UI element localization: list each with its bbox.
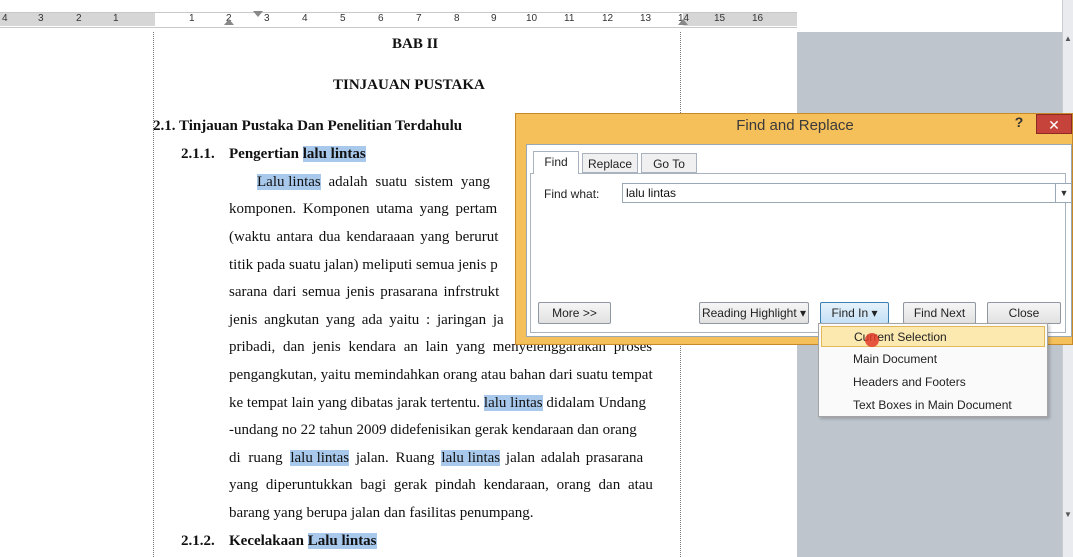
right-indent-marker[interactable]	[678, 19, 688, 25]
hanging-indent-marker[interactable]	[224, 19, 234, 25]
body-line: di ruang lalu lintas jalan. Ruang lalu l…	[229, 450, 643, 467]
subsection-title: Kecelakaan Lalu lintas	[229, 533, 377, 550]
help-icon[interactable]: ?	[1008, 114, 1030, 134]
find-in-button[interactable]: Find In ▾	[820, 302, 889, 324]
find-replace-dialog[interactable]: Find and Replace ? ✕ Find Replace Go To …	[515, 113, 1073, 345]
body-line: -undang no 22 tahun 2009 didefenisikan g…	[229, 422, 637, 438]
mouse-cursor-icon	[865, 333, 879, 347]
dialog-title: Find and Replace	[736, 117, 854, 134]
menu-item-headers-footers[interactable]: Headers and Footers	[821, 372, 1045, 393]
find-next-button[interactable]: Find Next	[903, 302, 976, 324]
body-line: sarana dari semua jenis prasarana infrst…	[229, 284, 500, 300]
scroll-up-arrow-icon[interactable]: ▲	[1063, 34, 1073, 44]
subsection-title: Pengertian lalu lintas	[229, 146, 366, 163]
chapter-title: TINJAUAN PUSTAKA	[333, 77, 485, 93]
subsection-title-text: Pengertian	[229, 146, 303, 162]
search-highlight: lalu lintas	[483, 395, 543, 411]
body-line: barang yang berupa jalan dan fasilitas p…	[229, 505, 534, 521]
search-highlight: lalu lintas	[290, 450, 350, 466]
ruler-number: 8	[454, 13, 460, 24]
ruler-number: 12	[602, 13, 614, 24]
ruler-number: 4	[2, 13, 8, 24]
ruler-number: 1	[189, 13, 195, 24]
body-line: (waktu antara dua kendaraaan yang beruru…	[229, 229, 499, 245]
subsection-number: 2.1.1.	[181, 146, 215, 162]
body-line: Lalu lintas adalah suatu sistem yang	[257, 174, 490, 191]
close-button[interactable]: Close	[987, 302, 1061, 324]
body-line: yang diperuntukkan bagi gerak pindah ken…	[229, 477, 653, 493]
reading-highlight-button[interactable]: Reading Highlight ▾	[699, 302, 809, 324]
tab-go-to[interactable]: Go To	[641, 153, 697, 173]
ruler-number: 11	[564, 13, 575, 24]
section-heading: 2.1. Tinjauan Pustaka Dan Penelitian Ter…	[153, 118, 463, 134]
ruler-number: 15	[714, 13, 726, 24]
tab-replace[interactable]: Replace	[582, 153, 638, 173]
ruler-number: 5	[340, 13, 346, 24]
ruler-number: 3	[264, 13, 270, 24]
body-line: titik pada suatu jalan) meliputi semua j…	[229, 257, 498, 273]
body-line: pengangkutan, yaitu memindahkan orang at…	[229, 367, 653, 383]
body-text: di ruang	[229, 450, 291, 466]
menu-item-current-selection[interactable]: Current Selection	[821, 326, 1045, 347]
ruler-number: 6	[378, 13, 384, 24]
find-in-menu[interactable]: Current Selection Main Document Headers …	[818, 323, 1048, 417]
body-text: jalan adalah prasarana	[500, 450, 644, 466]
ruler-number: 4	[302, 13, 308, 24]
find-what-input[interactable]: lalu lintas	[622, 183, 1072, 203]
ruler-number: 9	[491, 13, 497, 24]
ruler-number: 16	[752, 13, 764, 24]
menu-item-main-document[interactable]: Main Document	[821, 349, 1045, 370]
page-left-area	[0, 32, 153, 557]
close-icon[interactable]: ✕	[1036, 114, 1072, 134]
more-button[interactable]: More >>	[538, 302, 611, 324]
subsection-number: 2.1.2.	[181, 533, 215, 549]
scroll-down-arrow-icon[interactable]: ▼	[1063, 510, 1073, 520]
body-text: didalam Undang	[542, 395, 646, 411]
search-highlight: Lalu lintas	[257, 174, 321, 190]
ruler-number: 7	[416, 13, 422, 24]
ruler-number: 13	[640, 13, 652, 24]
body-text: jalan. Ruang	[349, 450, 442, 466]
chevron-down-icon[interactable]: ▼	[1055, 183, 1072, 203]
ruler-right-margin	[683, 13, 797, 26]
tab-find[interactable]: Find	[533, 151, 579, 174]
body-line: komponen. Komponen utama yang pertam	[229, 201, 498, 217]
ruler-number: 1	[113, 13, 119, 24]
body-text: adalah suatu sistem yang	[320, 174, 491, 190]
ruler-number: 2	[76, 13, 82, 24]
search-highlight: lalu lintas	[302, 146, 366, 162]
body-line: ke tempat lain yang dibatas jarak terten…	[229, 395, 646, 412]
find-what-label: Find what:	[544, 187, 600, 201]
ruler-number: 10	[526, 13, 538, 24]
ruler-number: 3	[38, 13, 44, 24]
dialog-body: Find Replace Go To Find what: lalu linta…	[526, 144, 1072, 337]
search-highlight: Lalu lintas	[307, 533, 377, 549]
first-line-indent-marker[interactable]	[253, 11, 263, 17]
menu-item-text-boxes[interactable]: Text Boxes in Main Document	[821, 395, 1045, 416]
chapter-heading: BAB II	[392, 36, 439, 52]
body-line: jenis angkutan yang ada yaitu : jaringan…	[229, 312, 504, 328]
body-text: ke tempat lain yang dibatas jarak terten…	[229, 395, 484, 411]
subsection-title-text: Kecelakaan	[229, 533, 308, 549]
search-highlight: lalu lintas	[441, 450, 501, 466]
